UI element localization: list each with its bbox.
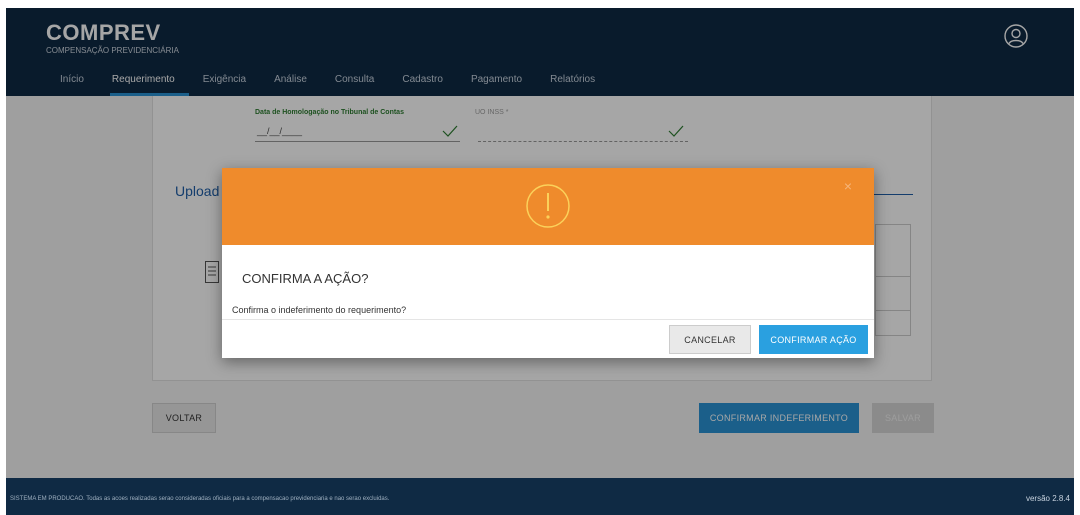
footer-notice: SISTEMA EM PRODUCAO. Todas as acoes real…	[10, 496, 390, 502]
close-icon[interactable]: ×	[844, 178, 852, 194]
version-label: versão 2.8.4	[1025, 494, 1070, 503]
app-window: COMPREV COMPENSAÇÃO PREVIDENCIÁRIA Iníci…	[6, 8, 1074, 515]
footer: SISTEMA EM PRODUCAO. Todas as acoes real…	[6, 478, 1074, 515]
dialog-header: ×	[222, 168, 874, 245]
dialog-title: CONFIRMA A AÇÃO?	[242, 271, 369, 286]
cancel-button[interactable]: CANCELAR	[669, 325, 751, 354]
confirm-action-button[interactable]: CONFIRMAR AÇÃO	[759, 325, 868, 354]
dialog-divider	[222, 319, 874, 320]
warning-icon	[526, 184, 570, 228]
dialog-message: Confirma o indeferimento do requerimento…	[232, 305, 407, 315]
confirm-dialog: × CONFIRMA A AÇÃO? Confirma o indeferime…	[222, 168, 874, 358]
